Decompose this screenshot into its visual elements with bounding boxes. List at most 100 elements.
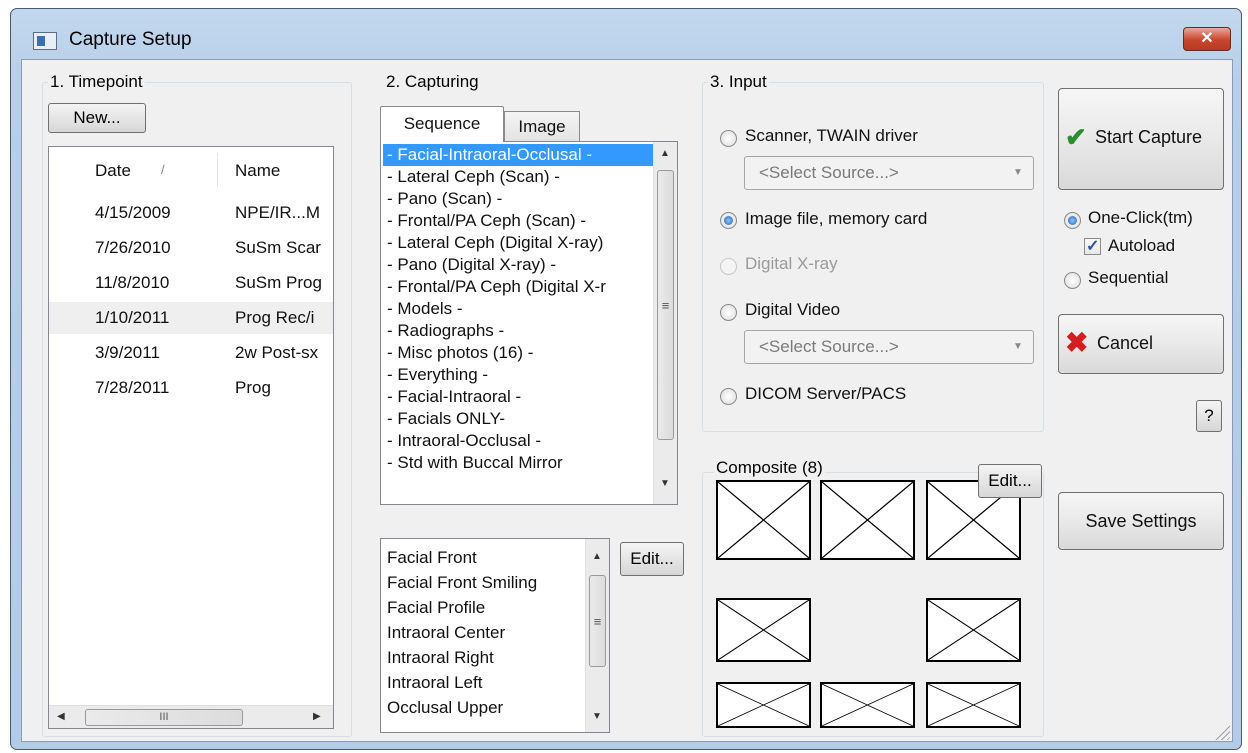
video-source-select[interactable]: <Select Source...> ▼ <box>744 330 1034 364</box>
dicom-label[interactable]: DICOM Server/PACS <box>745 384 906 404</box>
list-item[interactable]: Occlusal Upper <box>383 695 581 720</box>
new-timepoint-button[interactable]: New... <box>48 103 146 133</box>
video-source-value: <Select Source...> <box>759 337 899 356</box>
radio-image-file[interactable] <box>720 212 737 229</box>
list-item[interactable]: Facial Profile <box>383 595 581 620</box>
dialog-client-area: 1. Timepoint New... Date / Name 4/15/200… <box>21 59 1233 742</box>
radio-dicom[interactable] <box>720 388 737 405</box>
save-settings-button[interactable]: Save Settings <box>1058 492 1224 550</box>
table-row[interactable]: 7/26/2010 SuSm Scar <box>49 232 333 264</box>
list-item[interactable]: - Facial-Intraoral-Occlusal - <box>383 144 653 166</box>
list-item[interactable]: Intraoral Left <box>383 670 581 695</box>
check-icon: ✓ <box>1086 238 1100 255</box>
one-click-label[interactable]: One-Click(tm) <box>1088 208 1193 228</box>
timepoint-horizontal-scrollbar[interactable]: ◀ III ▶ <box>49 705 333 728</box>
scroll-up-icon[interactable]: ▲ <box>660 148 670 159</box>
composite-slot <box>716 682 811 728</box>
start-capture-label: Start Capture <box>1095 127 1203 147</box>
help-button[interactable]: ? <box>1196 400 1222 432</box>
table-row[interactable]: 7/28/2011 Prog <box>49 372 333 404</box>
tab-image[interactable]: Image <box>504 111 580 142</box>
scroll-right-icon[interactable]: ▶ <box>313 711 321 722</box>
list-item[interactable]: - Facials ONLY- <box>383 408 653 430</box>
scroll-down-icon[interactable]: ▼ <box>592 711 602 722</box>
list-item[interactable]: - Intraoral-Occlusal - <box>383 430 653 452</box>
composite-slot <box>820 480 915 560</box>
input-group-label: 3. Input <box>708 72 769 92</box>
list-item[interactable]: - Everything - <box>383 364 653 386</box>
list-item[interactable]: - Pano (Digital X-ray) - <box>383 254 653 276</box>
start-capture-button[interactable]: ✔ Start Capture <box>1058 88 1224 190</box>
window-title: Capture Setup <box>69 29 192 50</box>
table-row[interactable]: 11/8/2010 SuSm Prog <box>49 267 333 299</box>
timepoint-list[interactable]: Date / Name 4/15/2009 NPE/IR...M 7/26/2010… <box>48 146 334 729</box>
list-item[interactable]: - Radiographs - <box>383 320 653 342</box>
edit-sequence-button[interactable]: Edit... <box>620 542 684 576</box>
row-date: 7/28/2011 <box>95 378 170 397</box>
image-rows: Facial Front Facial Front Smiling Facial P… <box>383 545 581 731</box>
cancel-button[interactable]: ✖ Cancel <box>1058 314 1224 374</box>
row-name: NPE/IR...M <box>235 203 321 222</box>
composite-slot <box>926 598 1021 662</box>
scroll-thumb[interactable]: III <box>85 709 243 726</box>
radio-scanner[interactable] <box>720 130 737 147</box>
composite-slot <box>716 598 811 662</box>
list-item[interactable]: - Frontal/PA Ceph (Digital X-r <box>383 276 653 298</box>
radio-sequential[interactable] <box>1064 272 1081 289</box>
image-vertical-scrollbar[interactable]: ▲ ≡ ▼ <box>585 539 609 732</box>
column-header-date[interactable]: Date <box>95 161 131 181</box>
image-file-label[interactable]: Image file, memory card <box>745 209 927 229</box>
list-item[interactable]: Intraoral Right <box>383 645 581 670</box>
table-row[interactable]: 3/9/2011 2w Post-sx <box>49 337 333 369</box>
composite-grid <box>716 480 1036 732</box>
radio-digital-video[interactable] <box>720 304 737 321</box>
timepoint-rows: 4/15/2009 NPE/IR...M 7/26/2010 SuSm Scar 11/… <box>49 197 333 397</box>
scroll-thumb[interactable]: ≡ <box>657 170 674 440</box>
row-name: SuSm Prog <box>235 273 322 292</box>
sequence-list[interactable]: - Facial-Intraoral-Occlusal -- Lateral C… <box>380 141 678 505</box>
list-item[interactable]: - Misc photos (16) - <box>383 342 653 364</box>
checkmark-icon: ✔ <box>1065 122 1087 152</box>
autoload-label[interactable]: Autoload <box>1108 236 1175 256</box>
row-name: Prog Rec/i <box>235 308 315 327</box>
scroll-left-icon[interactable]: ◀ <box>57 711 65 722</box>
table-row[interactable]: 4/15/2009 NPE/IR...M <box>49 197 333 229</box>
list-item[interactable]: Intraoral Center <box>383 620 581 645</box>
sort-ascending-icon: / <box>161 162 165 177</box>
tab-sequence[interactable]: Sequence <box>380 106 504 142</box>
resize-grip-icon[interactable] <box>1212 722 1230 740</box>
scroll-thumb[interactable]: ≡ <box>589 575 606 667</box>
image-list[interactable]: Facial Front Facial Front Smiling Facial P… <box>380 538 610 733</box>
edit-composite-button[interactable]: Edit... <box>978 464 1042 498</box>
list-item[interactable]: - Models - <box>383 298 653 320</box>
sequential-label[interactable]: Sequential <box>1088 268 1168 288</box>
title-bar[interactable]: Capture Setup ✕ <box>11 9 1241 59</box>
close-button[interactable]: ✕ <box>1183 27 1231 51</box>
composite-slot <box>820 682 915 728</box>
list-item[interactable]: - Std with Buccal Mirror <box>383 452 653 474</box>
list-item[interactable]: - Frontal/PA Ceph (Scan) - <box>383 210 653 232</box>
row-date: 7/26/2010 <box>95 238 171 257</box>
scanner-source-select[interactable]: <Select Source...> ▼ <box>744 156 1034 190</box>
timepoint-group-label: 1. Timepoint <box>48 72 145 92</box>
list-item[interactable]: Facial Front <box>383 545 581 570</box>
list-item[interactable]: - Facial-Intraoral - <box>383 386 653 408</box>
list-item[interactable]: - Lateral Ceph (Digital X-ray) <box>383 232 653 254</box>
row-name: SuSm Scar <box>235 238 321 257</box>
scroll-down-icon[interactable]: ▼ <box>660 478 670 489</box>
autoload-checkbox[interactable]: ✓ <box>1084 238 1101 255</box>
column-header-name[interactable]: Name <box>235 161 280 181</box>
sequence-vertical-scrollbar[interactable]: ▲ ≡ ▼ <box>653 142 677 504</box>
list-item[interactable]: - Pano (Scan) - <box>383 188 653 210</box>
table-row[interactable]: 1/10/2011 Prog Rec/i <box>49 302 333 334</box>
list-item[interactable]: - Lateral Ceph (Scan) - <box>383 166 653 188</box>
radio-one-click[interactable] <box>1064 212 1081 229</box>
column-divider[interactable] <box>217 153 218 187</box>
scanner-label[interactable]: Scanner, TWAIN driver <box>745 126 918 146</box>
row-date: 4/15/2009 <box>95 203 171 222</box>
scroll-up-icon[interactable]: ▲ <box>592 551 602 562</box>
row-name: Prog <box>235 378 271 397</box>
digital-video-label[interactable]: Digital Video <box>745 300 840 320</box>
digital-xray-label: Digital X-ray <box>745 254 838 273</box>
list-item[interactable]: Facial Front Smiling <box>383 570 581 595</box>
